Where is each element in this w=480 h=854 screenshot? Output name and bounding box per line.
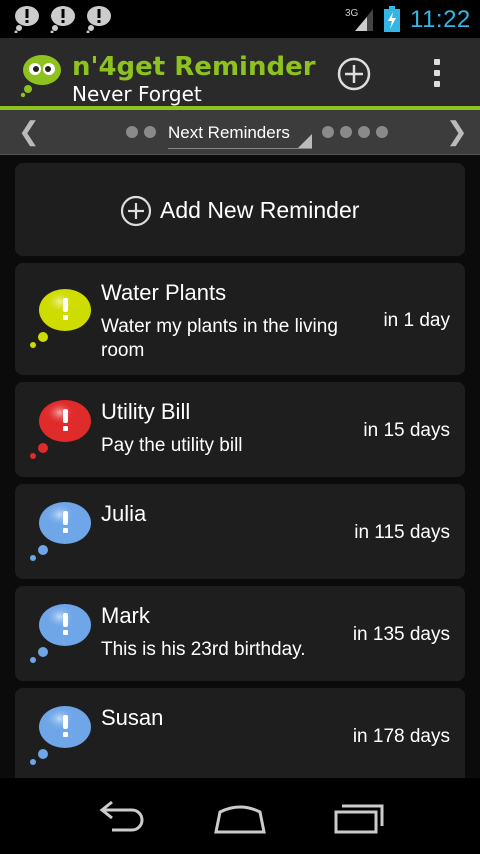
alert-bubble-icon (30, 400, 91, 459)
battery-charging-icon (384, 6, 400, 32)
back-icon[interactable] (90, 798, 150, 834)
page-dot (322, 126, 334, 138)
reminder-due: in 115 days (354, 522, 450, 543)
reminder-card[interactable]: Water Plants Water my plants in the livi… (15, 263, 465, 375)
spinner-corner-icon (298, 134, 312, 148)
reminder-title: Utility Bill (101, 399, 191, 424)
reminder-card[interactable]: Julia in 115 days (15, 484, 465, 579)
reminder-note: Pay the utility bill (101, 435, 243, 456)
reminder-title: Mark (101, 603, 150, 628)
app-title: n'4get Reminder (72, 52, 316, 82)
add-reminder-action-icon[interactable] (336, 56, 372, 92)
system-nav-bar (0, 778, 480, 854)
reminder-due: in 135 days (352, 624, 450, 645)
reminder-due: in 178 days (352, 726, 450, 747)
overflow-menu-icon[interactable] (426, 56, 448, 92)
reminder-note: Water my plants in the living room (101, 316, 338, 361)
reminder-title: Water Plants (101, 280, 227, 305)
reminder-card[interactable]: Utility Bill Pay the utility bill in 15 … (15, 382, 465, 477)
view-selector: ❮ Next Reminders ❯ (0, 110, 480, 155)
network-type-label: 3G (345, 8, 359, 19)
alert-bubble-icon (30, 706, 91, 765)
app-tagline: Never Forget (72, 82, 202, 106)
add-new-reminder-label: Add New Reminder (160, 197, 360, 223)
notification-alert-icon (86, 6, 111, 33)
page-dot (358, 126, 370, 138)
reminder-title: Julia (101, 501, 147, 526)
reminder-card[interactable]: Susan in 178 days (15, 688, 465, 778)
notification-alert-icon (50, 6, 75, 33)
page-dot (340, 126, 352, 138)
page-dot (376, 126, 388, 138)
alert-bubble-icon (30, 604, 91, 663)
reminder-due: in 1 day (383, 310, 450, 331)
previous-view-icon[interactable]: ❮ (18, 116, 40, 147)
app-logo-icon (20, 55, 61, 98)
home-icon[interactable] (210, 798, 270, 834)
alert-bubble-icon (30, 502, 91, 561)
status-bar: 3G 11:22 (0, 0, 480, 38)
page-dot (126, 126, 138, 138)
add-new-reminder-button[interactable]: Add New Reminder (15, 163, 465, 256)
clock: 11:22 (410, 6, 471, 33)
view-spinner[interactable]: Next Reminders (168, 120, 312, 149)
notification-alert-icon (14, 6, 39, 33)
action-bar: n'4get Reminder Never Forget (0, 38, 480, 110)
reminder-note: This is his 23rd birthday. (101, 639, 306, 660)
reminder-title: Susan (101, 705, 164, 730)
reminder-card[interactable]: Mark This is his 23rd birthday. in 135 d… (15, 586, 465, 681)
signal-3g-icon: 3G (345, 8, 373, 31)
alert-bubble-icon (30, 289, 91, 348)
plus-circle-icon (120, 195, 152, 227)
next-view-icon[interactable]: ❯ (446, 116, 468, 147)
view-spinner-label: Next Reminders (168, 123, 290, 142)
recent-apps-icon[interactable] (330, 798, 390, 834)
reminder-due: in 15 days (363, 420, 450, 441)
page-dot (144, 126, 156, 138)
